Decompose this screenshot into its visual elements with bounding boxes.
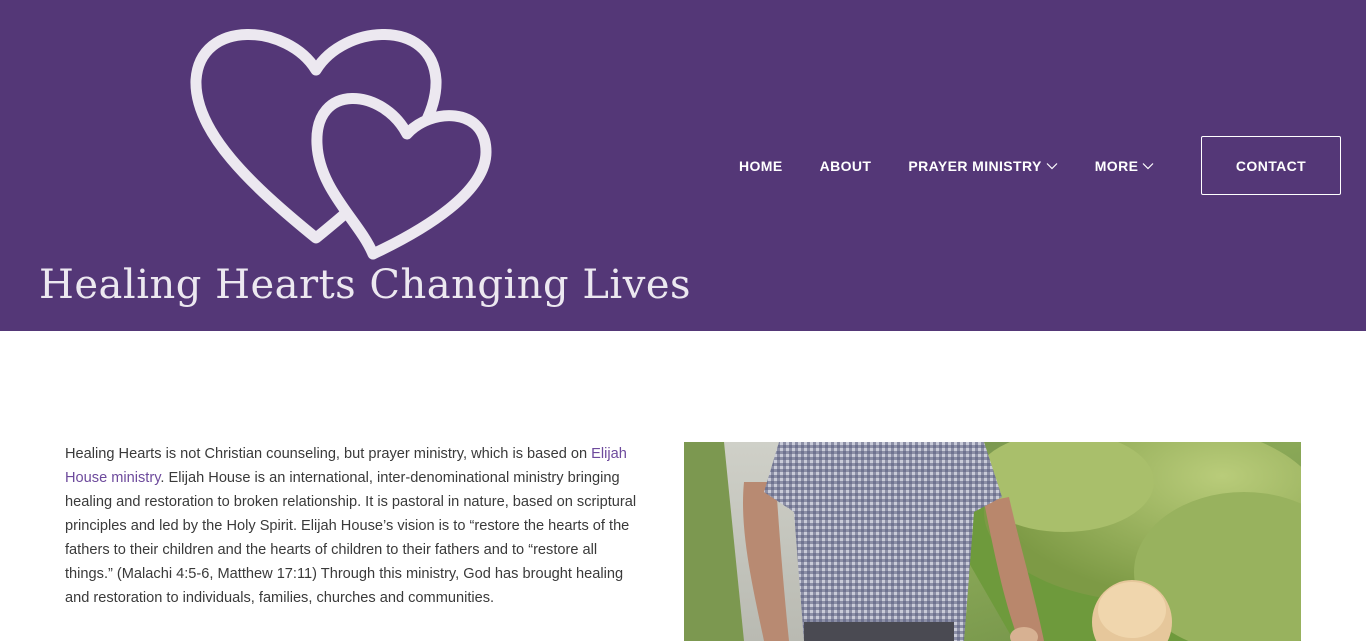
- nav-item-label: MORE: [1094, 158, 1139, 174]
- nav-item-label: ABOUT: [819, 158, 872, 174]
- chevron-down-icon: [1046, 163, 1058, 170]
- site-title: Healing Hearts Changing Lives: [39, 262, 692, 308]
- intro-text-rest: . Elijah House is an international, inte…: [65, 470, 637, 606]
- nav-item-label: HOME: [739, 158, 783, 174]
- intro-paragraph: Healing Hearts is not Christian counseli…: [65, 442, 645, 610]
- intro-text-start: Healing Hearts is not Christian counseli…: [65, 446, 592, 462]
- nav-item-prayer-ministry[interactable]: PRAYER MINISTRY: [908, 158, 1058, 174]
- home-logo-link[interactable]: Healing Hearts Changing Lives: [0, 0, 691, 331]
- double-heart-outline-icon: [190, 29, 492, 260]
- nav-item-more[interactable]: MORE: [1095, 158, 1155, 174]
- main-nav: HOME ABOUT PRAYER MINISTRY MORE: [720, 150, 1191, 182]
- site-header: Healing Hearts Changing Lives HOME ABOUT…: [0, 0, 1366, 331]
- nav-item-label: PRAYER MINISTRY: [908, 158, 1042, 174]
- nav-item-home[interactable]: HOME: [739, 158, 783, 174]
- nav-item-about[interactable]: ABOUT: [820, 158, 872, 174]
- contact-button[interactable]: CONTACT: [1201, 136, 1341, 195]
- grandfather-and-child-walking-photo: [684, 442, 1301, 641]
- chevron-down-icon: [1142, 163, 1154, 170]
